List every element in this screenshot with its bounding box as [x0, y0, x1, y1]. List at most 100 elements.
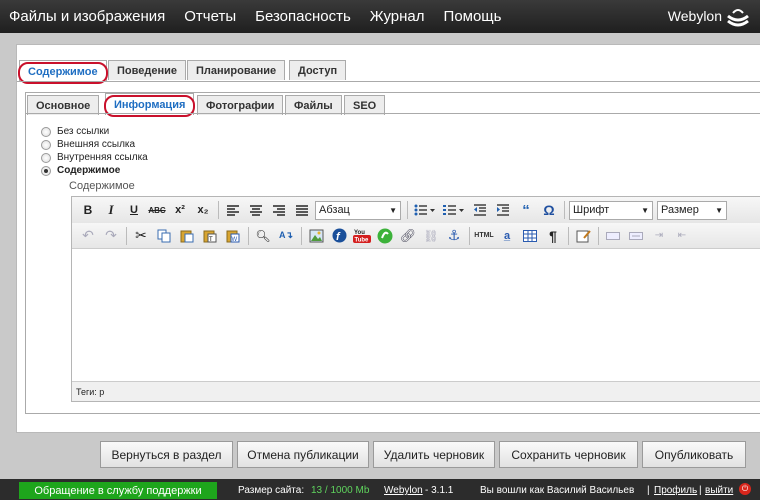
webylon-logo-icon: [727, 9, 749, 27]
cut-icon[interactable]: ✂: [131, 226, 151, 246]
menu-files[interactable]: Файлы и изображения: [9, 8, 165, 25]
toolbar-separator: [407, 201, 408, 219]
support-request-button[interactable]: Обращение в службу поддержки: [19, 482, 217, 499]
menu-security[interactable]: Безопасность: [255, 8, 351, 25]
link-type-radios: Без ссылки Внешняя ссылка Внутренняя ссы…: [41, 125, 148, 177]
radio-circle[interactable]: [41, 152, 51, 163]
action-bar: Вернуться в раздел Отмена публикации Уда…: [0, 441, 760, 471]
toolbar-separator: [301, 226, 302, 245]
tab-content[interactable]: Содержимое: [18, 60, 108, 84]
font-select[interactable]: Шрифт ▼: [569, 200, 653, 220]
numbered-list-icon[interactable]: [441, 200, 467, 220]
underline-icon[interactable]: U: [124, 200, 144, 220]
align-justify-icon[interactable]: [292, 200, 312, 220]
radio-label: Внутренняя ссылка: [57, 152, 148, 163]
row-insert-icon[interactable]: [603, 226, 623, 246]
tab-access[interactable]: Доступ: [289, 60, 347, 80]
profile-link[interactable]: Профиль: [654, 485, 697, 496]
svg-text:W: W: [232, 237, 238, 243]
menu-journal[interactable]: Журнал: [370, 8, 425, 25]
toolbar-separator: [564, 201, 565, 219]
logout-link[interactable]: выйти: [705, 485, 733, 496]
flash-icon[interactable]: f: [329, 226, 349, 246]
radio-content[interactable]: Содержимое: [41, 164, 148, 177]
align-right-icon[interactable]: [269, 200, 289, 220]
paste-word-icon[interactable]: W: [223, 226, 243, 246]
chevron-down-icon: ▼: [641, 205, 649, 215]
toolbar-separator: [218, 201, 219, 219]
tab-divider: [17, 81, 760, 82]
size-select[interactable]: Размер ▼: [657, 200, 727, 220]
col-insert-icon[interactable]: ⇥: [649, 226, 669, 246]
editor-content-area[interactable]: [72, 250, 760, 382]
tab-photos[interactable]: Фотографии: [197, 95, 284, 115]
unpublish-button[interactable]: Отмена публикации: [237, 441, 369, 468]
link-icon[interactable]: 🔗︎: [398, 226, 418, 246]
radio-circle[interactable]: [41, 139, 51, 150]
publish-button[interactable]: Опубликовать: [642, 441, 746, 468]
radio-internal-link[interactable]: Внутренняя ссылка: [41, 151, 148, 164]
unlink-icon[interactable]: ⛓︎: [421, 226, 441, 246]
col-delete-icon[interactable]: ⇤: [672, 226, 692, 246]
tab-behavior[interactable]: Поведение: [108, 60, 186, 80]
toolbar-separator: [126, 226, 127, 245]
footer-separator: |: [647, 485, 650, 496]
svg-text:Tube: Tube: [355, 238, 370, 244]
menu-reports[interactable]: Отчеты: [184, 8, 236, 25]
radio-circle[interactable]: [41, 165, 51, 176]
embed-media-icon[interactable]: [375, 226, 395, 246]
tab-main[interactable]: Основное: [27, 95, 100, 115]
editor-status-bar: Теги: p: [72, 381, 760, 401]
back-to-section-button[interactable]: Вернуться в раздел: [100, 441, 233, 468]
table-icon[interactable]: [520, 226, 540, 246]
copy-icon[interactable]: [154, 226, 174, 246]
save-draft-button[interactable]: Сохранить черновик: [499, 441, 638, 468]
undo-icon[interactable]: ↶: [78, 226, 98, 246]
row-delete-icon[interactable]: [626, 226, 646, 246]
replace-icon[interactable]: A↴: [276, 226, 296, 246]
radio-external-link[interactable]: Внешняя ссылка: [41, 138, 148, 151]
paste-icon[interactable]: [177, 226, 197, 246]
menu-help[interactable]: Помощь: [444, 8, 502, 25]
content-field-label: Содержимое: [69, 180, 135, 192]
anchor-icon[interactable]: ⚓︎: [444, 226, 464, 246]
power-icon[interactable]: ⏻: [739, 483, 751, 495]
align-left-icon[interactable]: [223, 200, 243, 220]
align-center-icon[interactable]: [246, 200, 266, 220]
main-menu: Файлы и изображения Отчеты Безопасность …: [9, 0, 520, 33]
tab-files[interactable]: Файлы: [285, 95, 342, 115]
italic-icon[interactable]: I: [101, 200, 121, 220]
chevron-down-icon: ▼: [389, 205, 397, 215]
tab-information[interactable]: Информация: [103, 93, 196, 117]
tab-planning[interactable]: Планирование: [187, 60, 286, 80]
delete-draft-button[interactable]: Удалить черновик: [373, 441, 495, 468]
strikethrough-icon[interactable]: ABC: [147, 200, 167, 220]
pilcrow-icon[interactable]: ¶: [543, 226, 563, 246]
outdent-icon[interactable]: [470, 200, 490, 220]
version-label: - 3.1.1: [425, 485, 454, 496]
find-icon[interactable]: 🔍︎: [253, 226, 273, 246]
edit-form-icon[interactable]: [573, 226, 593, 246]
special-char-icon[interactable]: Ω: [539, 200, 559, 220]
superscript-icon[interactable]: x²: [170, 200, 190, 220]
footer-bar: Обращение в службу поддержки Размер сайт…: [0, 479, 760, 500]
bullet-list-icon[interactable]: [412, 200, 438, 220]
webylon-link[interactable]: Webylon: [384, 485, 423, 496]
blockquote-icon[interactable]: “: [516, 200, 536, 220]
html-source-icon[interactable]: HTML: [474, 226, 494, 246]
subscript-icon[interactable]: x₂: [193, 200, 213, 220]
indent-icon[interactable]: [493, 200, 513, 220]
bold-icon[interactable]: B: [78, 200, 98, 220]
radio-label: Содержимое: [57, 165, 121, 176]
format-select[interactable]: Абзац ▼: [315, 200, 401, 220]
spellcheck-icon[interactable]: a̲: [497, 226, 517, 246]
radio-no-link[interactable]: Без ссылки: [41, 125, 148, 138]
top-bar: Файлы и изображения Отчеты Безопасность …: [0, 0, 760, 33]
radio-circle[interactable]: [41, 126, 51, 137]
paste-text-icon[interactable]: T: [200, 226, 220, 246]
tab-seo[interactable]: SEO: [344, 95, 386, 115]
toolbar-separator: [248, 226, 249, 245]
redo-icon[interactable]: ↷: [101, 226, 121, 246]
youtube-icon[interactable]: You Tube: [352, 226, 372, 246]
image-icon[interactable]: [306, 226, 326, 246]
